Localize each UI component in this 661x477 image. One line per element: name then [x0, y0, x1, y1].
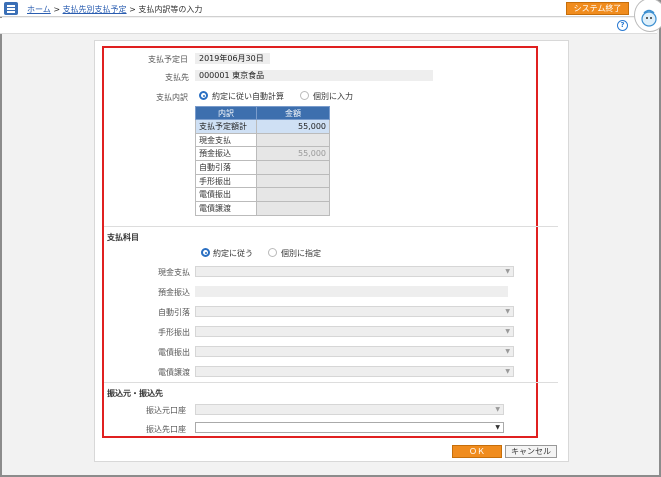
cancel-button[interactable]: キャンセル: [505, 445, 557, 458]
due-date-value: 2019年06月30日: [195, 53, 270, 64]
row-label: 現金支払: [195, 132, 257, 148]
table-row: 自動引落: [195, 160, 330, 175]
table-row: 預金振込 55,000: [195, 146, 330, 162]
row-amount: 55,000: [256, 119, 330, 134]
breadcrumb-home-link[interactable]: ホーム: [27, 5, 51, 14]
to-account-label: 振込先口座: [146, 425, 186, 434]
mascot-icon: [641, 9, 657, 27]
subjects-contract-label[interactable]: 約定に従う: [213, 248, 253, 259]
column-header-item: 内訳: [195, 106, 257, 120]
breakdown-label: 支払内訳: [156, 93, 188, 102]
row-label: 手形振出: [195, 173, 257, 189]
subjects-individual-label[interactable]: 個別に指定: [281, 248, 321, 259]
table-row: 手形振出: [195, 173, 330, 189]
breakdown-manual-label[interactable]: 個別に入力: [313, 91, 353, 102]
row-label: 電債振出: [195, 187, 257, 203]
subjects-section-title: 支払科目: [107, 233, 139, 242]
row-amount: [256, 160, 330, 175]
subject-ebond-issue-select[interactable]: ▼: [195, 346, 514, 357]
table-row: 支払予定額計 55,000: [195, 119, 330, 134]
due-date-label: 支払予定日: [148, 55, 188, 64]
from-account-label: 振込元口座: [146, 406, 186, 415]
subject-label-ebond-issue: 電債振出: [158, 348, 190, 357]
payee-value: 000001 東京食品: [195, 70, 433, 81]
breadcrumb-current: 支払内訳等の入力: [138, 5, 203, 14]
ok-button[interactable]: ＯＫ: [452, 445, 502, 458]
divider: [104, 382, 558, 383]
breakdown-table: 内訳 金額 支払予定額計 55,000 現金支払 預金振込 55,000 自動引…: [195, 106, 330, 216]
row-amount: 55,000: [256, 146, 330, 162]
subject-ebond-transfer-select[interactable]: ▼: [195, 366, 514, 377]
chevron-down-icon: ▼: [495, 406, 500, 413]
chevron-down-icon: ▼: [505, 308, 510, 315]
table-row: 現金支払: [195, 132, 330, 148]
from-account-select[interactable]: ▼: [195, 404, 504, 415]
row-amount: [256, 201, 330, 216]
row-amount: [256, 132, 330, 148]
chevron-down-icon: ▼: [505, 348, 510, 355]
breadcrumb-separator: >: [53, 5, 61, 14]
menu-icon[interactable]: [4, 2, 18, 15]
subjects-contract-radio[interactable]: [201, 248, 210, 257]
subject-label-transfer: 預金振込: [158, 288, 190, 297]
breadcrumb-payee-link[interactable]: 支払先別支払予定: [63, 5, 127, 14]
top-bar: ホーム > 支払先別支払予定 > 支払内訳等の入力 システム終了: [0, 0, 657, 17]
row-label: 預金振込: [195, 146, 257, 162]
chevron-down-icon: ▼: [505, 368, 510, 375]
chevron-down-icon: ▼: [505, 268, 510, 275]
divider: [104, 226, 558, 227]
system-exit-button[interactable]: システム終了: [566, 2, 629, 15]
subject-label-ebond-transfer: 電債譲渡: [158, 368, 190, 377]
subjects-individual-radio[interactable]: [268, 248, 277, 257]
row-amount: [256, 173, 330, 189]
breadcrumb-separator: >: [129, 5, 136, 14]
row-label: 電債譲渡: [195, 201, 257, 216]
subject-transfer-field: [195, 286, 508, 297]
subject-auto-debit-select[interactable]: ▼: [195, 306, 514, 317]
highlight-frame: [102, 46, 538, 438]
row-label: 自動引落: [195, 160, 257, 175]
sub-header: [0, 18, 657, 34]
subject-cash-select[interactable]: ▼: [195, 266, 514, 277]
table-row: 電債振出: [195, 187, 330, 203]
subject-label-bill: 手形振出: [158, 328, 190, 337]
row-label: 支払予定額計: [195, 119, 257, 134]
help-icon[interactable]: ?: [617, 20, 628, 31]
subject-label-cash: 現金支払: [158, 268, 190, 277]
chevron-down-icon: ▼: [495, 424, 500, 431]
avatar[interactable]: [634, 0, 661, 32]
breakdown-manual-radio[interactable]: [300, 91, 309, 100]
column-header-amount: 金額: [256, 106, 330, 120]
chevron-down-icon: ▼: [505, 328, 510, 335]
subject-bill-select[interactable]: ▼: [195, 326, 514, 337]
to-account-select[interactable]: ▼: [195, 422, 504, 433]
accounts-section-title: 振込元・振込先: [107, 389, 163, 398]
payee-label: 支払先: [165, 73, 189, 82]
breadcrumb: ホーム > 支払先別支払予定 > 支払内訳等の入力: [27, 4, 202, 15]
breakdown-auto-radio[interactable]: [199, 91, 208, 100]
subject-label-auto-debit: 自動引落: [158, 308, 190, 317]
table-row: 電債譲渡: [195, 201, 330, 216]
breakdown-auto-label[interactable]: 約定に従い自動計算: [212, 91, 284, 102]
row-amount: [256, 187, 330, 203]
